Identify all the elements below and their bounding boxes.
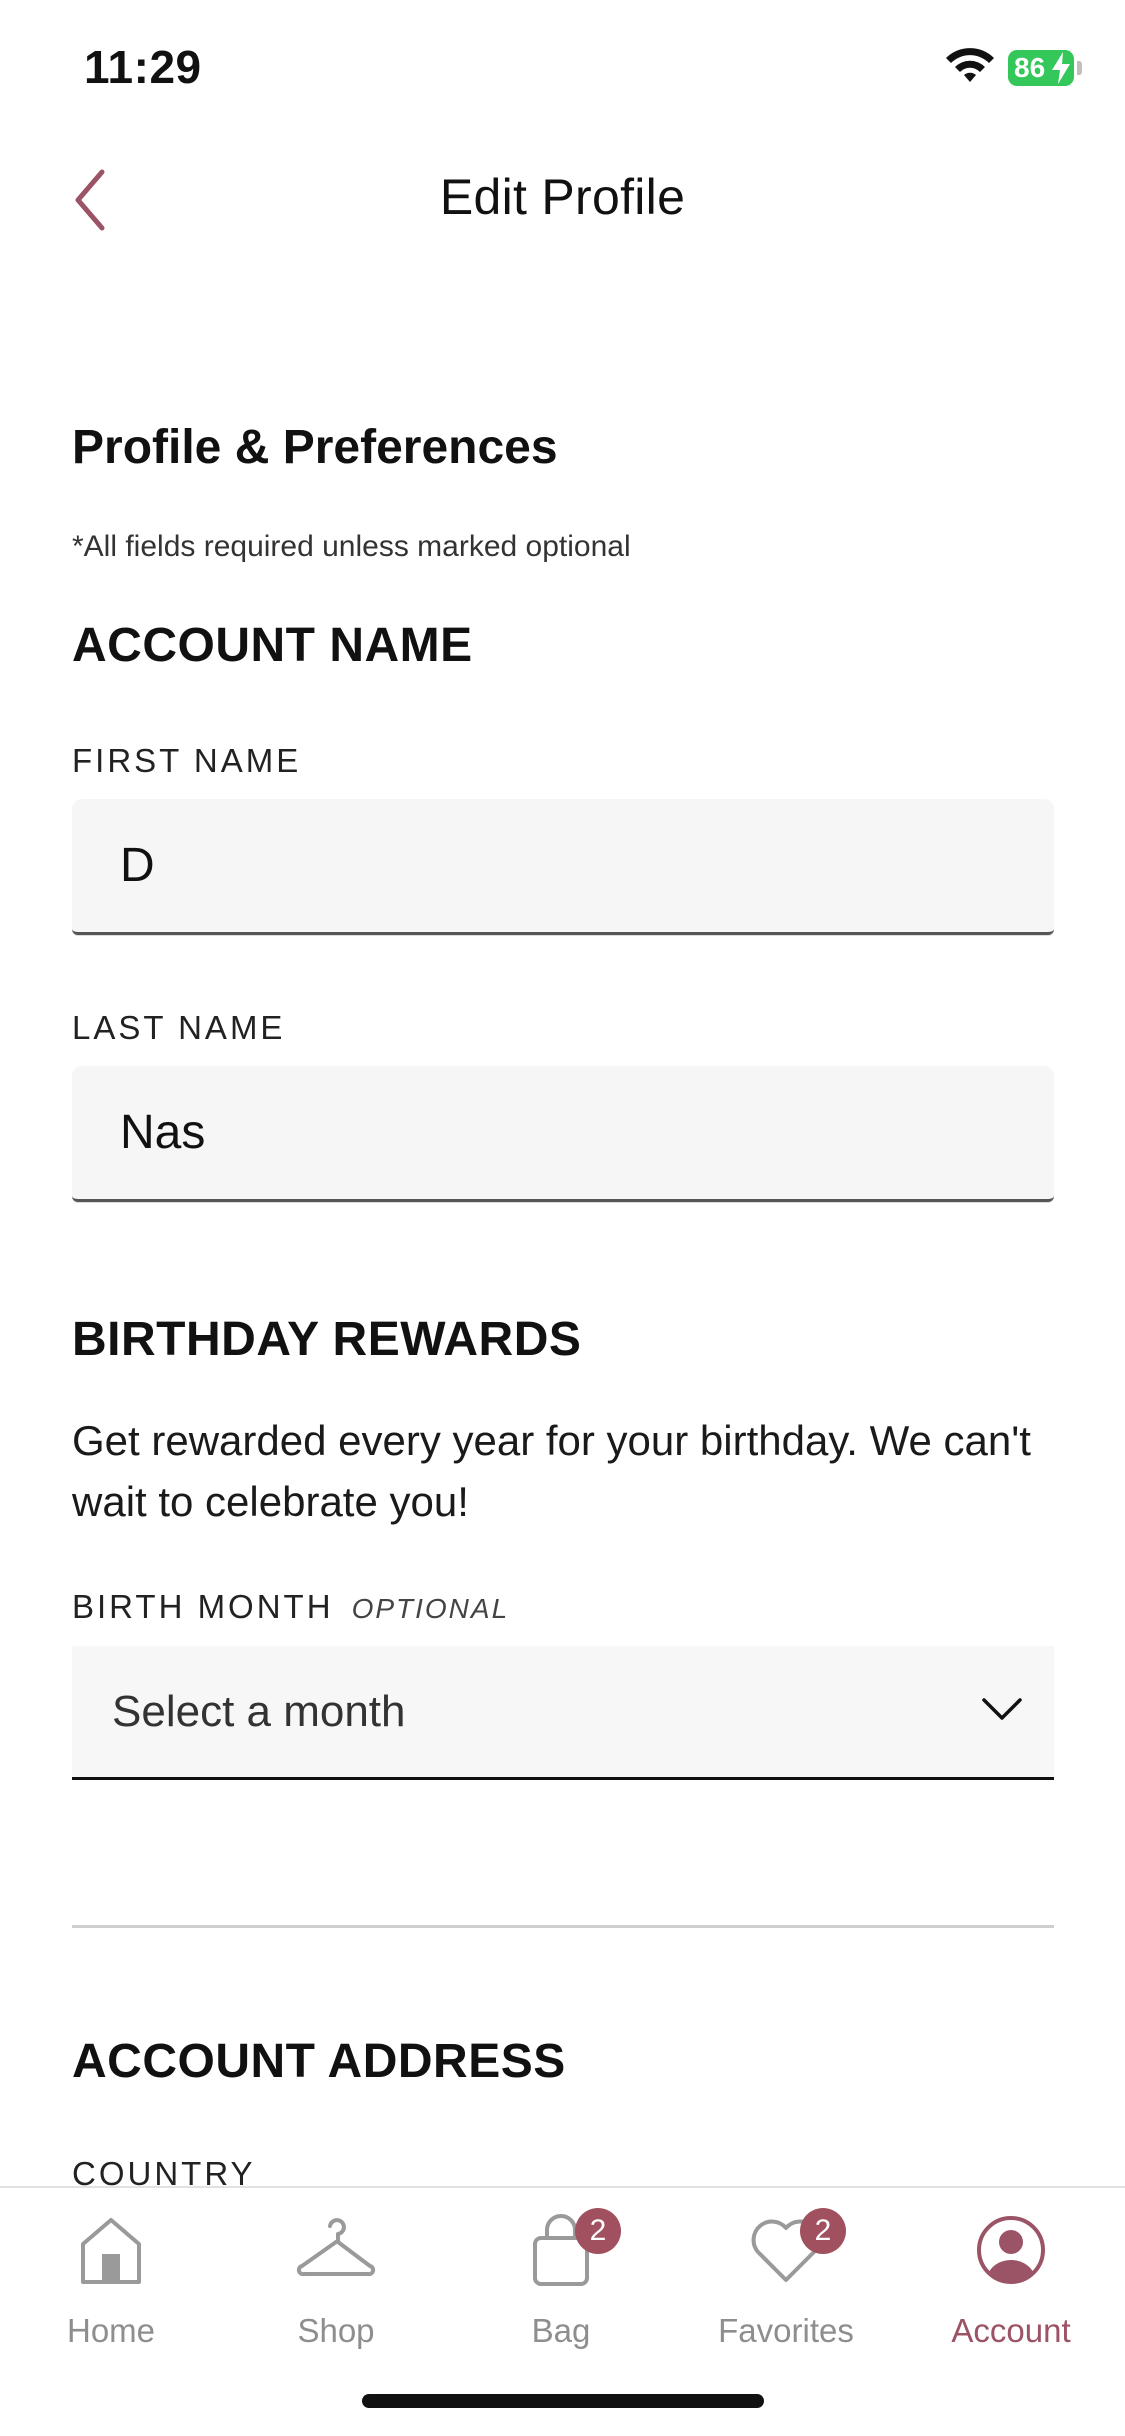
tab-favorites-label: Favorites <box>718 2312 854 2349</box>
birthday-description: Get rewarded every year for your birthda… <box>72 1417 1031 1525</box>
tab-bag[interactable]: 2 Bag <box>461 2208 661 2360</box>
home-icon <box>81 2218 141 2284</box>
last-name-label: LAST NAME <box>72 1009 286 1046</box>
birthday-rewards-heading: BIRTHDAY REWARDS <box>72 1313 582 1366</box>
tab-favorites[interactable]: 2 Favorites <box>686 2208 886 2360</box>
birth-month-selected: Select a month <box>112 1686 406 1736</box>
wifi-icon <box>946 48 994 82</box>
status-time: 11:29 <box>84 41 202 93</box>
favorites-count-badge: 2 <box>800 2208 846 2254</box>
account-name-heading: ACCOUNT NAME <box>72 619 473 672</box>
birth-month-label: BIRTH MONTH OPTIONAL <box>72 1588 509 1626</box>
home-indicator <box>362 2394 764 2408</box>
tab-bag-label: Bag <box>531 2312 591 2349</box>
battery-cap <box>1077 61 1082 75</box>
hanger-icon <box>296 2218 376 2277</box>
bag-count-badge: 2 <box>575 2208 621 2254</box>
account-address-heading: ACCOUNT ADDRESS <box>72 2035 566 2088</box>
birth-month-label-text: BIRTH MONTH <box>72 1588 334 1625</box>
first-name-label: FIRST NAME <box>72 742 302 779</box>
optional-tag: OPTIONAL <box>351 1593 510 1624</box>
account-icon <box>977 2216 1045 2284</box>
section-title: Profile & Preferences <box>72 421 558 474</box>
tab-account-label: Account <box>951 2312 1071 2349</box>
nav-header: Edit Profile <box>0 140 1125 260</box>
first-name-field[interactable]: D <box>72 799 1054 935</box>
tab-home-label: Home <box>66 2312 156 2349</box>
tab-account[interactable]: Account <box>911 2210 1111 2360</box>
tab-shop[interactable]: Shop <box>236 2210 436 2360</box>
required-note: *All fields required unless marked optio… <box>72 530 631 563</box>
birth-month-select[interactable]: Select a month <box>72 1646 1054 1780</box>
page-title: Edit Profile <box>439 169 686 225</box>
last-name-field[interactable]: Nas <box>72 1066 1054 1202</box>
edit-profile-screen: 11:29 86 Edit Profile Profile & Preferen… <box>0 0 1125 2436</box>
tab-shop-label: Shop <box>297 2312 375 2349</box>
charging-bolt-icon <box>1052 52 1070 84</box>
section-divider <box>72 1925 1054 1928</box>
tab-home[interactable]: Home <box>11 2210 211 2360</box>
status-bar: 11:29 86 <box>0 0 1125 130</box>
chevron-down-icon <box>982 1698 1022 1720</box>
